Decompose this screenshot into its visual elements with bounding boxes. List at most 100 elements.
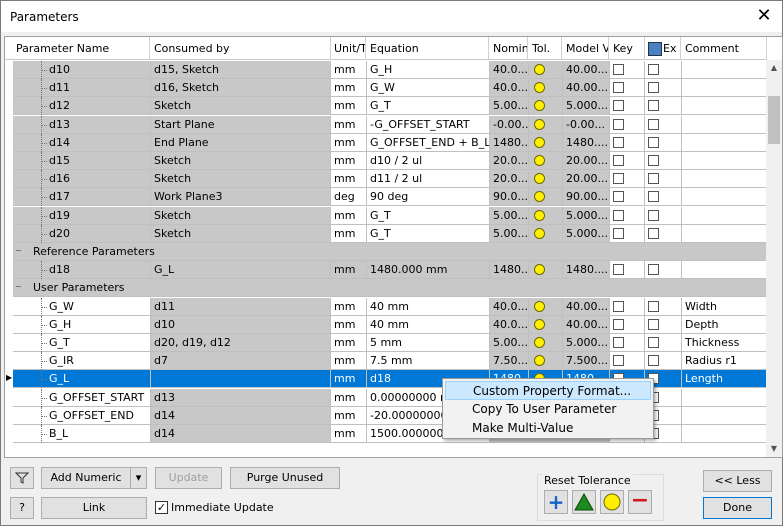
- key-checkbox[interactable]: [613, 227, 624, 239]
- cell-name[interactable]: G_OFFSET_END: [13, 406, 151, 425]
- cell-comment[interactable]: [682, 79, 767, 98]
- table-row[interactable]: d18G_Lmm1480.000 mm1480....1480....: [5, 261, 767, 280]
- collapse-icon[interactable]: −: [15, 246, 22, 255]
- cell-comment[interactable]: [682, 188, 767, 207]
- menu-copy-to-user-parameter[interactable]: Copy To User Parameter: [445, 400, 651, 419]
- group-row[interactable]: User Parameters −: [5, 279, 767, 298]
- key-checkbox[interactable]: [613, 355, 624, 367]
- table-row[interactable]: d19 Sketch mm G_T 5.00... 5.000...: [5, 206, 767, 225]
- tolerance-circle-icon[interactable]: [534, 136, 545, 148]
- cell-ex[interactable]: [645, 315, 682, 334]
- menu-custom-property-format[interactable]: Custom Property Format...: [445, 381, 651, 400]
- table-row[interactable]: G_IR d7 mm 7.5 mm 7.50... 7.500... Radius r1: [5, 352, 767, 371]
- cell-name[interactable]: G_H: [13, 315, 151, 334]
- col-header-4[interactable]: Nomina: [490, 37, 528, 60]
- cell-ex[interactable]: [645, 79, 682, 98]
- cell-comment[interactable]: Width: [682, 297, 767, 316]
- cell-unit[interactable]: mm: [331, 170, 367, 189]
- table-row[interactable]: d14End PlanemmG_OFFSET_END + B_L1480....…: [5, 133, 767, 152]
- cell-unit[interactable]: mm: [331, 206, 367, 225]
- done-button[interactable]: Done: [703, 497, 772, 519]
- key-checkbox[interactable]: [613, 82, 624, 94]
- cell-unit[interactable]: mm: [331, 97, 367, 116]
- cell-unit[interactable]: mm: [331, 315, 367, 334]
- scroll-down-icon[interactable]: ▼: [766, 441, 782, 457]
- key-checkbox[interactable]: [613, 300, 624, 312]
- cell-name[interactable]: d17: [13, 188, 151, 207]
- cell-eq[interactable]: d10 / 2 ul: [367, 152, 490, 170]
- menu-make-multi-value[interactable]: Make Multi-Value: [445, 419, 651, 438]
- key-checkbox[interactable]: [613, 209, 624, 221]
- cell-unit[interactable]: mm: [331, 61, 367, 79]
- table-row[interactable]: d13 Start Plane mm -G_OFFSET_START -0.00... -…: [5, 115, 767, 134]
- nominal-tolerance-button[interactable]: [600, 490, 624, 514]
- col-header-1[interactable]: Consumed by: [151, 37, 331, 60]
- cell-eq[interactable]: d11 / 2 ul: [367, 170, 490, 189]
- table-row[interactable]: d17 Work Plane3 deg 90 deg 90.0... 90.00...: [5, 188, 767, 207]
- key-checkbox[interactable]: [613, 118, 624, 130]
- cell-name[interactable]: G_IR: [13, 352, 151, 371]
- ex-checkbox[interactable]: [648, 100, 659, 112]
- group-row[interactable]: Reference Parameters −: [5, 243, 767, 261]
- cell-ex[interactable]: [645, 334, 682, 352]
- cell-comment[interactable]: [682, 61, 767, 79]
- cell-name[interactable]: G_W: [13, 297, 151, 316]
- upper-tolerance-button[interactable]: +: [544, 490, 568, 514]
- cell-name[interactable]: G_OFFSET_START: [13, 388, 151, 407]
- tolerance-circle-icon[interactable]: [534, 100, 545, 112]
- table-row[interactable]: d10 d15, Sketch mm G_H 40.0... 40.00...: [5, 61, 767, 79]
- tolerance-circle-icon[interactable]: [534, 227, 545, 239]
- cell-eq[interactable]: 1480.000 mm: [367, 261, 490, 280]
- cell-comment[interactable]: [682, 97, 767, 116]
- key-checkbox[interactable]: [613, 191, 624, 203]
- cell-comment[interactable]: [682, 133, 767, 152]
- key-checkbox[interactable]: [613, 173, 624, 185]
- ex-checkbox[interactable]: [648, 337, 659, 348]
- tolerance-circle-icon[interactable]: [534, 355, 545, 367]
- ex-checkbox[interactable]: [648, 318, 659, 330]
- cell-unit[interactable]: mm: [331, 224, 367, 243]
- cell-unit[interactable]: mm: [331, 133, 367, 152]
- cell-ex[interactable]: [645, 170, 682, 189]
- table-row[interactable]: d15 Sketch mm d10 / 2 ul 20.0... 20.00...: [5, 152, 767, 170]
- key-checkbox[interactable]: [613, 318, 624, 330]
- tolerance-circle-icon[interactable]: [534, 155, 545, 166]
- link-button[interactable]: Link: [41, 497, 147, 519]
- col-header-7[interactable]: Key: [610, 37, 645, 60]
- cell-eq[interactable]: 90 deg: [367, 188, 490, 207]
- tolerance-circle-icon[interactable]: [534, 118, 545, 130]
- cell-eq[interactable]: 40 mm: [367, 297, 490, 316]
- cell-unit[interactable]: mm: [331, 152, 367, 170]
- cell-eq[interactable]: G_OFFSET_END + B_L: [367, 133, 490, 152]
- cell-name[interactable]: d18: [13, 261, 151, 280]
- cell-unit[interactable]: mm: [331, 115, 367, 134]
- add-numeric-button[interactable]: Add Numeric: [41, 467, 131, 489]
- key-checkbox[interactable]: [613, 64, 624, 75]
- ex-checkbox[interactable]: [648, 136, 659, 148]
- cell-eq[interactable]: 40 mm: [367, 315, 490, 334]
- ex-checkbox[interactable]: [648, 118, 659, 130]
- cell-key[interactable]: [610, 133, 645, 152]
- cell-key[interactable]: [610, 97, 645, 116]
- ex-checkbox[interactable]: [648, 155, 659, 166]
- ex-checkbox[interactable]: [648, 355, 659, 367]
- cell-unit[interactable]: mm: [331, 297, 367, 316]
- cell-ex[interactable]: [645, 97, 682, 116]
- cell-ex[interactable]: [645, 224, 682, 243]
- cell-ex[interactable]: [645, 152, 682, 170]
- cell-unit[interactable]: mm: [331, 261, 367, 280]
- cell-eq[interactable]: 7.5 mm: [367, 352, 490, 371]
- cell-eq[interactable]: G_T: [367, 97, 490, 116]
- key-checkbox[interactable]: [613, 100, 624, 112]
- ex-checkbox[interactable]: [648, 227, 659, 239]
- cell-comment[interactable]: [682, 170, 767, 189]
- cell-key[interactable]: [610, 297, 645, 316]
- cell-key[interactable]: [610, 224, 645, 243]
- table-row[interactable]: d11 d16, Sketch mm G_W 40.0... 40.00...: [5, 79, 767, 98]
- cell-comment[interactable]: Length: [682, 370, 767, 389]
- table-row[interactable]: d16 Sketch mm d11 / 2 ul 20.0... 20.00...: [5, 170, 767, 189]
- table-row[interactable]: G_H d10 mm 40 mm 40.0... 40.00... Depth: [5, 315, 767, 334]
- cell-ex[interactable]: [645, 206, 682, 225]
- tolerance-circle-icon[interactable]: [534, 300, 545, 312]
- ex-checkbox[interactable]: [648, 209, 659, 221]
